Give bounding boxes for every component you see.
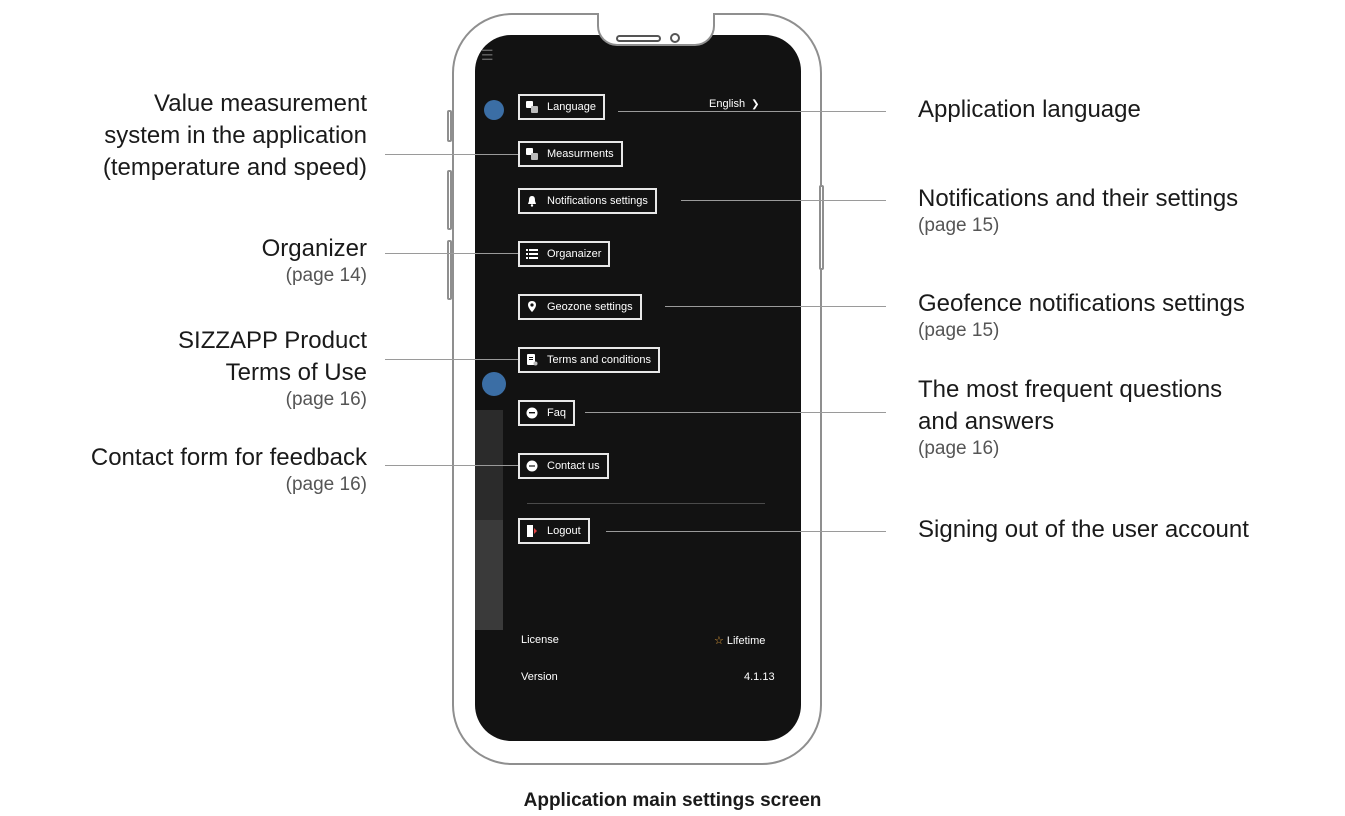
version-label: Version: [521, 671, 558, 683]
callout-measurement-line2: system in the application: [104, 122, 367, 149]
license-value-text: Lifetime: [726, 635, 766, 647]
callout-faq-line1: The most frequent questions: [918, 376, 1223, 403]
callout-terms-page: (page 16): [285, 389, 367, 410]
star-icon: ☆: [714, 635, 724, 647]
version-value: 4.1.13: [744, 671, 775, 683]
app-icon: [484, 100, 504, 120]
volume-down-button: [447, 240, 452, 300]
list-icon: [526, 248, 538, 260]
measurements-label: Measurments: [547, 148, 614, 160]
license-label: License: [521, 634, 559, 646]
callout-notifications-title: Notifications and their settings: [918, 185, 1239, 212]
callout-notifications-page: (page 15): [918, 215, 1000, 236]
menu-divider: [527, 503, 765, 504]
language-selector[interactable]: English ❯: [709, 98, 760, 110]
translate-icon: [526, 148, 538, 160]
callout-logout-title: Signing out of the user account: [918, 516, 1249, 543]
location-pin-icon: [526, 301, 538, 313]
message-icon: [526, 460, 538, 472]
document-icon: [526, 354, 538, 366]
organizer-menu-item[interactable]: Organaizer: [518, 241, 611, 267]
callout-geofence-page: (page 15): [918, 320, 1000, 341]
connector-logout: [606, 531, 886, 532]
callout-language-title: Application language: [918, 96, 1141, 123]
callout-terms: SIZZAPP Product Terms of Use (page 16): [178, 325, 367, 411]
connector-terms: [385, 359, 518, 360]
callout-terms-line2: Terms of Use: [225, 359, 367, 386]
language-label: Language: [547, 101, 596, 113]
callout-measurement-line1: Value measurement: [154, 90, 367, 117]
callout-geofence-title: Geofence notifications settings: [918, 290, 1245, 317]
connector-contact: [385, 465, 518, 466]
satellite-icon: [482, 372, 506, 396]
organizer-label: Organaizer: [547, 248, 602, 260]
measurements-menu-item[interactable]: Measurments: [518, 141, 623, 167]
background-panel-lower: [475, 520, 503, 630]
faq-menu-item[interactable]: Faq: [518, 400, 575, 426]
callout-contact: Contact form for feedback (page 16): [91, 442, 367, 496]
callout-measurement: Value measurement system in the applicat…: [103, 88, 367, 184]
notifications-label: Notifications settings: [547, 195, 648, 207]
callout-faq-line2: and answers: [918, 408, 1055, 435]
contact-label: Contact us: [547, 460, 600, 472]
callout-contact-title: Contact form for feedback: [90, 444, 367, 471]
connector-geozone: [665, 306, 886, 307]
language-value: English: [709, 98, 746, 110]
callout-faq: The most frequent questions and answers …: [918, 374, 1222, 460]
speaker: [616, 35, 661, 42]
license-value: ☆ Lifetime: [714, 634, 765, 647]
hamburger-icon[interactable]: ☰: [481, 48, 494, 62]
power-button: [819, 185, 824, 270]
connector-organizer: [385, 253, 518, 254]
logout-label: Logout: [547, 525, 581, 537]
connector-measurements: [385, 154, 518, 155]
callout-language: Application language: [918, 94, 1141, 126]
terms-label: Terms and conditions: [547, 354, 651, 366]
camera: [670, 33, 680, 43]
callout-logout: Signing out of the user account: [918, 514, 1249, 546]
callout-measurement-line3: (temperature and speed): [102, 154, 367, 181]
callout-organizer: Organizer (page 14): [262, 233, 367, 287]
translate-icon: [526, 101, 538, 113]
volume-up-button: [447, 170, 452, 230]
terms-menu-item[interactable]: Terms and conditions: [518, 347, 660, 373]
logout-icon: [526, 525, 538, 537]
callout-organizer-title: Organizer: [261, 235, 367, 262]
faq-label: Faq: [547, 407, 566, 419]
volume-button: [447, 110, 452, 142]
connector-language: [618, 111, 886, 112]
notifications-menu-item[interactable]: Notifications settings: [518, 188, 657, 214]
figure-caption: Application main settings screen: [523, 790, 822, 811]
logout-menu-item[interactable]: Logout: [518, 518, 590, 544]
callout-faq-page: (page 16): [918, 438, 1000, 459]
geozone-label: Geozone settings: [547, 301, 633, 313]
chat-bubble-icon: [526, 407, 538, 419]
callout-notifications: Notifications and their settings (page 1…: [918, 183, 1238, 237]
language-menu-item[interactable]: Language: [518, 94, 605, 120]
callout-contact-page: (page 16): [285, 474, 367, 495]
callout-organizer-page: (page 14): [285, 265, 367, 286]
callout-geofence: Geofence notifications settings (page 15…: [918, 288, 1245, 342]
connector-notifications: [681, 200, 886, 201]
connector-faq: [585, 412, 886, 413]
contact-menu-item[interactable]: Contact us: [518, 453, 609, 479]
bell-icon: [526, 195, 538, 207]
geozone-menu-item[interactable]: Geozone settings: [518, 294, 642, 320]
chevron-down-icon: ❯: [751, 99, 760, 110]
callout-terms-line1: SIZZAPP Product: [178, 327, 367, 354]
